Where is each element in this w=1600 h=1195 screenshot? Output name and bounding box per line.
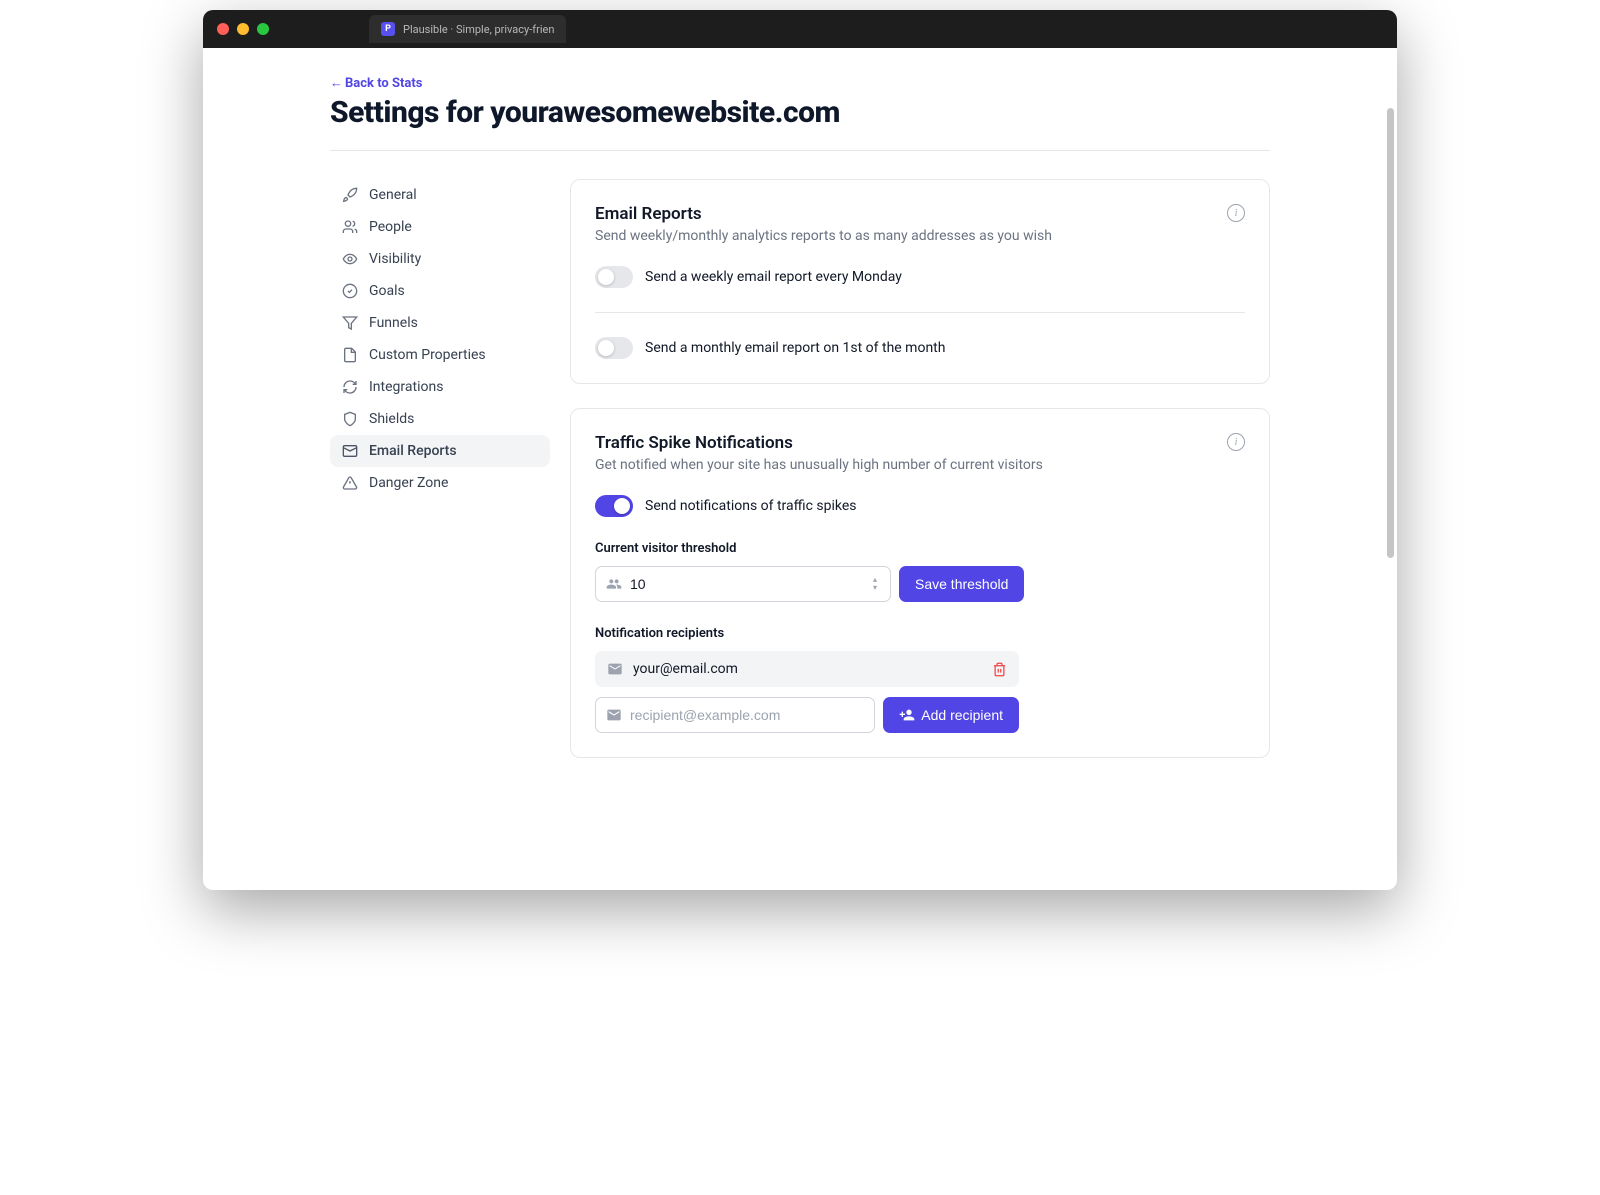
recipient-input[interactable] [630, 707, 864, 723]
threshold-field-row: ▴ ▾ Save threshold [595, 566, 1245, 602]
minimize-window-button[interactable] [237, 23, 249, 35]
recipients-field-label: Notification recipients [595, 626, 1245, 641]
sidebar-item-custom-properties[interactable]: Custom Properties [330, 339, 550, 371]
tab-title: Plausible · Simple, privacy-frien [403, 23, 554, 36]
users-icon [342, 219, 358, 235]
info-icon[interactable]: i [1227, 204, 1245, 222]
traffic-spike-toggle[interactable] [595, 495, 633, 517]
page-title: Settings for yourawesomewebsite.com [330, 95, 1270, 130]
browser-window: Plausible · Simple, privacy-frien ← Back… [203, 10, 1397, 890]
shield-icon [342, 411, 358, 427]
info-icon[interactable]: i [1227, 433, 1245, 451]
trash-icon[interactable] [992, 662, 1007, 677]
sidebar-item-goals[interactable]: Goals [330, 275, 550, 307]
recipient-chip: your@email.com [595, 651, 1019, 687]
stepper-down-icon[interactable]: ▾ [868, 584, 882, 592]
sidebar-item-general[interactable]: General [330, 179, 550, 211]
traffic-spike-toggle-label: Send notifications of traffic spikes [645, 498, 856, 514]
browser-titlebar: Plausible · Simple, privacy-frien [203, 10, 1397, 48]
sidebar-item-visibility[interactable]: Visibility [330, 243, 550, 275]
email-reports-card: Email Reports Send weekly/monthly analyt… [570, 179, 1270, 384]
document-icon [342, 347, 358, 363]
monthly-report-label: Send a monthly email report on 1st of th… [645, 340, 945, 356]
traffic-spike-title: Traffic Spike Notifications [595, 433, 1043, 453]
traffic-spike-toggle-row: Send notifications of traffic spikes [595, 495, 1245, 517]
sidebar-item-email-reports[interactable]: Email Reports [330, 435, 550, 467]
recipient-input-wrap [595, 697, 875, 733]
email-reports-title: Email Reports [595, 204, 1052, 224]
sidebar-item-people[interactable]: People [330, 211, 550, 243]
eye-icon [342, 251, 358, 267]
funnel-icon [342, 315, 358, 331]
monthly-report-toggle[interactable] [595, 337, 633, 359]
sidebar-item-funnels[interactable]: Funnels [330, 307, 550, 339]
close-window-button[interactable] [217, 23, 229, 35]
page-content: ← Back to Stats Settings for yourawesome… [203, 48, 1397, 890]
traffic-spike-card: Traffic Spike Notifications Get notified… [570, 408, 1270, 758]
maximize-window-button[interactable] [257, 23, 269, 35]
traffic-lights [217, 23, 269, 35]
user-plus-icon [899, 707, 915, 723]
weekly-report-label: Send a weekly email report every Monday [645, 269, 902, 285]
mail-icon [607, 661, 623, 677]
main-content: Email Reports Send weekly/monthly analyt… [570, 179, 1270, 758]
threshold-field-label: Current visitor threshold [595, 541, 1245, 556]
warning-icon [342, 475, 358, 491]
threshold-input[interactable] [630, 576, 880, 592]
monthly-report-toggle-row: Send a monthly email report on 1st of th… [595, 337, 1245, 359]
sidebar-item-danger-zone[interactable]: Danger Zone [330, 467, 550, 499]
mail-icon [342, 443, 358, 459]
add-recipient-button[interactable]: Add recipient [883, 697, 1019, 733]
sidebar-item-integrations[interactable]: Integrations [330, 371, 550, 403]
scrollbar[interactable] [1387, 108, 1394, 558]
users-icon [606, 576, 622, 592]
traffic-spike-subtitle: Get notified when your site has unusuall… [595, 457, 1043, 473]
weekly-report-toggle[interactable] [595, 266, 633, 288]
mail-icon [606, 707, 622, 723]
header-divider [330, 150, 1270, 151]
card-divider [595, 312, 1245, 313]
email-reports-subtitle: Send weekly/monthly analytics reports to… [595, 228, 1052, 244]
recipient-email: your@email.com [633, 661, 982, 677]
back-to-stats-link[interactable]: ← Back to Stats [330, 75, 422, 91]
weekly-report-toggle-row: Send a weekly email report every Monday [595, 266, 1245, 288]
threshold-input-wrap: ▴ ▾ [595, 566, 891, 602]
sidebar-item-shields[interactable]: Shields [330, 403, 550, 435]
rocket-icon [342, 187, 358, 203]
check-circle-icon [342, 283, 358, 299]
save-threshold-button[interactable]: Save threshold [899, 566, 1024, 602]
add-recipient-row: Add recipient [595, 697, 1019, 733]
number-steppers: ▴ ▾ [868, 576, 882, 592]
refresh-icon [342, 379, 358, 395]
settings-sidebar: General People Visibility Goals [330, 179, 550, 499]
plausible-favicon-icon [381, 22, 395, 36]
browser-tab[interactable]: Plausible · Simple, privacy-frien [369, 15, 566, 43]
arrow-left-icon: ← [330, 75, 343, 91]
